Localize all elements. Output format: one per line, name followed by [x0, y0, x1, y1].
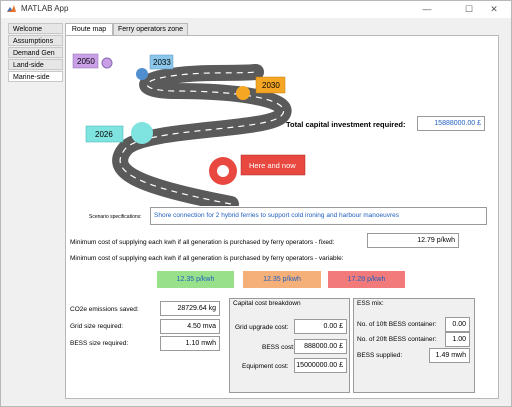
window-title: MATLAB App: [21, 4, 69, 13]
grid-upgrade-field[interactable]: 0.00 £: [294, 319, 347, 334]
milestone-2026-pin: [131, 122, 153, 144]
minimize-button[interactable]: —: [416, 2, 438, 17]
variable-rate-low: 12.35 p/kwh: [157, 271, 234, 288]
sidebar-item-marine-side[interactable]: Marine-side: [8, 71, 63, 82]
variable-rate-mid: 12.35 p/kwh: [243, 271, 321, 288]
sidebar: Welcome Assumptions Demand Gen Land-side…: [8, 23, 63, 403]
equipment-cost-field[interactable]: 15000000.00 £: [294, 358, 347, 373]
sidebar-item-demand-gen[interactable]: Demand Gen: [8, 47, 63, 58]
bess-cost-field[interactable]: 888000.00 £: [294, 339, 347, 354]
grid-size-label: Grid size required:: [70, 323, 124, 330]
capital-breakdown-panel: Capital cost breakdown Grid upgrade cost…: [229, 298, 350, 393]
grid-upgrade-label: Grid upgrade cost:: [235, 324, 289, 331]
min-cost-fixed-field[interactable]: 12.79 p/kwh: [367, 233, 459, 248]
tab-ferry-operators-zone[interactable]: Ferry operators zone: [113, 23, 188, 35]
scenario-field[interactable]: Shore connection for 2 hybrid ferries to…: [150, 207, 487, 225]
ten-ft-field[interactable]: 0.00: [445, 317, 470, 332]
milestone-2050-pin: [101, 57, 113, 69]
milestone-label-2026: 2026: [95, 130, 113, 139]
route-map-panel: 2050 2033 2030 2026 Here and now Total c…: [65, 35, 499, 399]
min-cost-variable-label: Minimum cost of supplying each kwh if al…: [70, 255, 344, 262]
capital-breakdown-title: Capital cost breakdown: [233, 300, 301, 307]
equipment-cost-label: Equipment cost:: [242, 363, 289, 370]
twenty-ft-field[interactable]: 1.00: [445, 332, 470, 347]
tab-route-map[interactable]: Route map: [65, 23, 113, 35]
bess-cost-label: BESS cost:: [262, 344, 295, 351]
scenario-label: Scenario specifications:: [89, 214, 142, 220]
bess-size-field[interactable]: 1.10 mwh: [160, 336, 220, 351]
co2-field[interactable]: 28729.64 kg: [160, 301, 220, 316]
milestone-label-2050: 2050: [77, 57, 95, 66]
grid-size-field[interactable]: 4.50 mva: [160, 319, 220, 334]
bess-supplied-label: BESS supplied:: [357, 352, 403, 359]
bess-supplied-field[interactable]: 1.49 mwh: [429, 348, 470, 363]
bess-size-label: BESS size required:: [70, 340, 129, 347]
milestone-label-2033: 2033: [153, 58, 171, 67]
milestone-label-now: Here and now: [249, 161, 296, 170]
variable-rate-high: 17.28 p/kwh: [328, 271, 405, 288]
ten-ft-label: No. of 10ft BESS container:: [357, 321, 437, 328]
title-bar: MATLAB App — ☐ ✕: [1, 1, 511, 18]
sidebar-item-assumptions[interactable]: Assumptions: [8, 35, 63, 46]
matlab-logo-icon: [7, 5, 16, 12]
ess-mix-panel: ESS mix: No. of 10ft BESS container: 0.0…: [353, 298, 475, 393]
milestone-2033-pin: [136, 68, 148, 80]
app-window: MATLAB App — ☐ ✕ Welcome Assumptions Dem…: [0, 0, 512, 407]
capital-investment-label: Total capital investment required:: [286, 120, 406, 129]
close-button[interactable]: ✕: [483, 2, 505, 17]
sidebar-item-welcome[interactable]: Welcome: [8, 23, 63, 34]
sidebar-item-land-side[interactable]: Land-side: [8, 59, 63, 70]
milestone-2030-pin: [236, 86, 250, 100]
ess-mix-title: ESS mix:: [357, 300, 384, 307]
milestone-label-2030: 2030: [262, 81, 280, 90]
co2-label: CO2e emissions saved:: [70, 306, 139, 313]
capital-investment-field[interactable]: 15888000.00 £: [417, 116, 485, 131]
maximize-button[interactable]: ☐: [458, 2, 480, 17]
min-cost-fixed-label: Minimum cost of supplying each kwh if al…: [70, 239, 335, 246]
twenty-ft-label: No. of 20ft BESS container:: [357, 336, 437, 343]
